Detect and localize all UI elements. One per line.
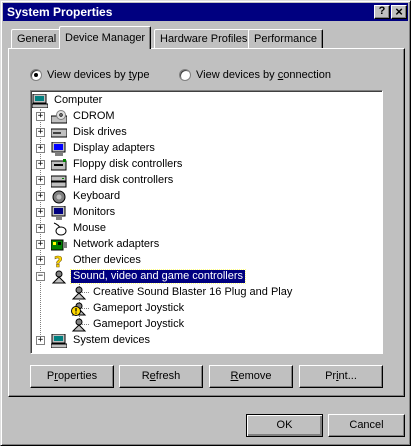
help-button[interactable]: ?: [374, 5, 390, 19]
collapse-sound-video-game-controllers[interactable]: −: [36, 272, 45, 281]
expand-disk-drives[interactable]: +: [36, 128, 45, 137]
system-devices-icon: [50, 333, 68, 348]
refresh-button[interactable]: Refresh: [119, 365, 203, 388]
view-by-type-option[interactable]: View devices by type: [30, 67, 150, 83]
computer-icon: [31, 93, 49, 108]
tree-item-keyboard[interactable]: Keyboard: [51, 189, 122, 204]
keyboard-icon: [51, 190, 67, 204]
properties-button[interactable]: Properties: [30, 365, 114, 388]
hard-disk-controller-icon: [50, 174, 67, 188]
expand-network-adapters[interactable]: +: [36, 240, 45, 249]
tree-item-display-adapters[interactable]: Display adapters: [51, 141, 157, 156]
tree-item-monitors[interactable]: Monitors: [51, 205, 117, 220]
tree-item-gameport-joystick[interactable]: Gameport Joystick: [71, 317, 186, 332]
view-by-type-radio[interactable]: [30, 69, 42, 81]
title-bar[interactable]: System Properties ? ×: [3, 3, 408, 21]
close-button[interactable]: ×: [391, 5, 407, 19]
expand-mouse[interactable]: +: [36, 224, 45, 233]
floppy-controller-icon: [50, 158, 67, 172]
cdrom-icon: [50, 109, 68, 124]
remove-button[interactable]: Remove: [209, 365, 293, 388]
tree-item-floppy-disk-controllers[interactable]: Floppy disk controllers: [50, 157, 184, 172]
tree-item-system-devices[interactable]: System devices: [50, 333, 152, 348]
tab-hardware-profiles[interactable]: Hardware Profiles: [154, 29, 254, 49]
sound-device-icon: [71, 286, 87, 300]
tree-item-sound-video-game-controllers[interactable]: Sound, video and game controllers: [51, 269, 246, 284]
expand-other-devices[interactable]: +: [36, 256, 45, 265]
network-adapter-icon: [50, 238, 67, 252]
tree-item-other-devices[interactable]: ? Other devices: [51, 252, 143, 271]
expand-floppy-disk-controllers[interactable]: +: [36, 160, 45, 169]
print-button[interactable]: Print...: [299, 365, 383, 388]
question-icon: ?: [51, 252, 67, 271]
tree-item-disk-drives[interactable]: Disk drives: [50, 125, 129, 140]
view-by-connection-radio[interactable]: [179, 69, 191, 81]
expand-hard-disk-controllers[interactable]: +: [36, 176, 45, 185]
joystick-icon: [71, 318, 87, 332]
joystick-warning-icon: [71, 302, 87, 316]
tab-device-manager[interactable]: Device Manager: [59, 26, 152, 49]
expand-monitors[interactable]: +: [36, 208, 45, 217]
tree-item-network-adapters[interactable]: Network adapters: [50, 237, 161, 252]
tree-item-sound-blaster[interactable]: Creative Sound Blaster 16 Plug and Play: [71, 285, 294, 300]
window-title: System Properties: [7, 5, 113, 19]
expand-display-adapters[interactable]: +: [36, 144, 45, 153]
ok-button[interactable]: OK: [246, 414, 323, 437]
sound-controller-icon: [51, 270, 67, 284]
expand-system-devices[interactable]: +: [36, 336, 45, 345]
tree-item-cdrom[interactable]: CDROM: [50, 109, 117, 124]
cancel-button[interactable]: Cancel: [328, 414, 405, 437]
svg-text:?: ?: [54, 254, 63, 268]
monitor-icon: [51, 205, 67, 220]
tab-performance[interactable]: Performance: [248, 29, 323, 49]
tree-item-hard-disk-controllers[interactable]: Hard disk controllers: [50, 173, 175, 188]
tree-item-gameport-joystick-warning[interactable]: Gameport Joystick: [71, 301, 186, 316]
display-adapter-icon: [51, 141, 67, 156]
view-by-connection-option[interactable]: View devices by connection: [179, 67, 331, 83]
mouse-icon: [51, 222, 67, 236]
tab-general[interactable]: General: [11, 29, 63, 49]
tree-item-mouse[interactable]: Mouse: [51, 221, 108, 236]
device-tree[interactable]: Computer CDROM Disk drives Display adapt…: [30, 90, 383, 354]
disk-drive-icon: [50, 126, 68, 140]
view-by-type-label: View devices by type: [47, 69, 150, 81]
view-by-connection-label: View devices by connection: [196, 69, 331, 81]
system-properties-window: System Properties ? × General Device Man…: [0, 0, 411, 446]
tree-root-computer[interactable]: Computer: [31, 93, 104, 108]
expand-keyboard[interactable]: +: [36, 192, 45, 201]
expand-cdrom[interactable]: +: [36, 112, 45, 121]
